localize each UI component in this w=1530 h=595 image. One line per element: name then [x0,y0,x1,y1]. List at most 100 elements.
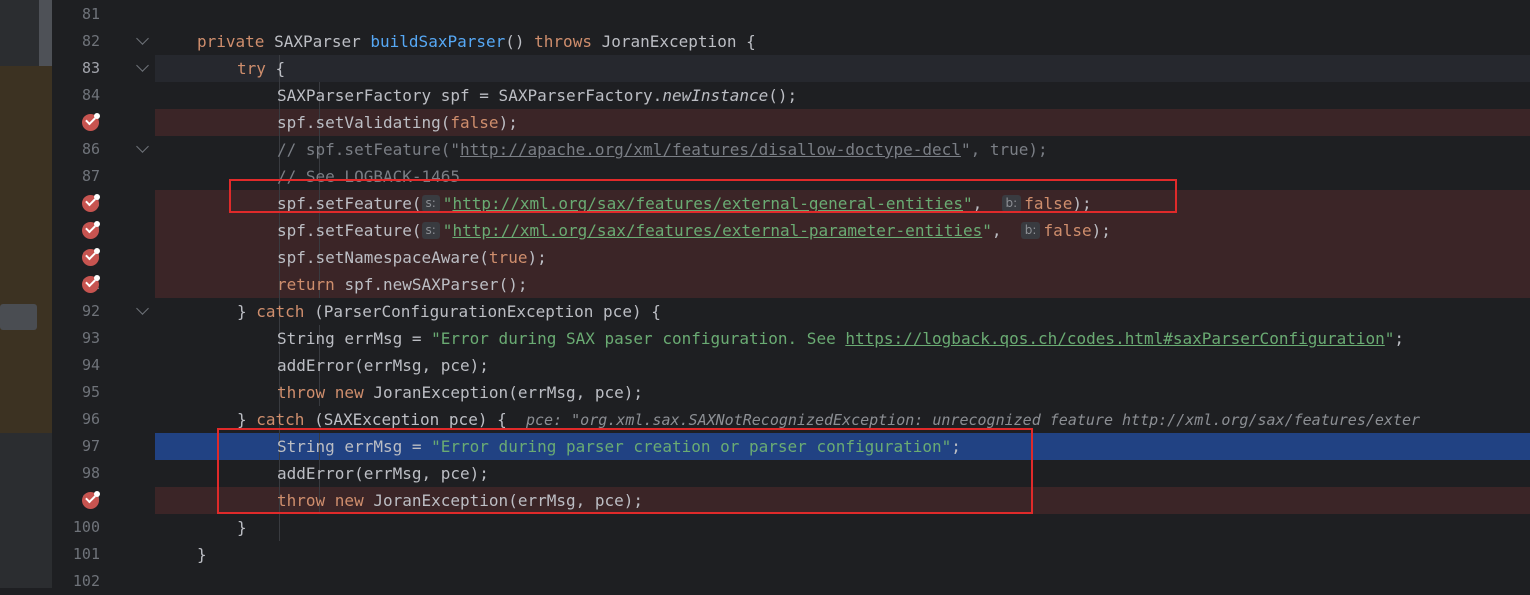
fold-chevron-icon[interactable] [136,140,149,153]
code-token: ); [498,113,518,132]
code-line[interactable]: 90spf.setNamespaceAware(true); [52,244,1530,271]
code-line[interactable]: 83 try { [52,55,1530,82]
code-line[interactable]: 84 SAXParserFactory spf = SAXParserFactor… [52,82,1530,109]
line-number[interactable]: 97 [52,433,100,460]
code-text[interactable]: addError(errMsg, pce); [155,352,1530,379]
fold-chevron-icon[interactable] [136,32,149,45]
code-text[interactable] [155,1,1530,28]
code-token: ", true); [960,140,1048,159]
breakpoint-icon[interactable] [82,221,100,239]
panel-scrollbar[interactable] [39,0,52,66]
line-number[interactable]: 94 [52,352,100,379]
line-number[interactable]: 86 [52,136,100,163]
code-token: () [505,32,535,51]
code-line[interactable]: 95 throw new JoranException(errMsg, pce); [52,379,1530,406]
code-content: spf.setNamespaceAware(true); [277,244,547,271]
parameter-hint: s: [421,222,440,239]
code-line[interactable]: 101} [52,541,1530,568]
code-text[interactable] [155,568,1530,595]
line-number[interactable]: 102 [52,568,100,595]
breakpoint-icon[interactable] [82,275,100,293]
code-token: ); [527,248,547,267]
code-token: , [991,221,1021,240]
code-token: spf.setFeature( [277,221,422,240]
breakpoint-icon[interactable] [82,491,100,509]
line-number[interactable]: 95 [52,379,100,406]
code-token: } [197,545,207,564]
code-line[interactable]: 102 [52,568,1530,595]
breakpoint-icon[interactable] [82,194,100,212]
code-token: } [237,518,247,537]
line-number[interactable]: 84 [52,82,100,109]
code-token: ); [1091,221,1111,240]
line-number[interactable]: 81 [52,1,100,28]
code-token: true [488,248,528,267]
code-text[interactable]: spf.setFeature(s: "http://xml.org/sax/fea… [155,217,1530,244]
breakpoint-icon[interactable] [82,248,100,266]
code-text[interactable]: private SAXParser buildSaxParser() throw… [155,28,1530,55]
code-text[interactable]: SAXParserFactory spf = SAXParserFactory.… [155,82,1530,109]
code-text[interactable]: spf.setNamespaceAware(true); [155,244,1530,271]
code-content: } catch (ParserConfigurationException pc… [237,298,661,325]
code-token: buildSaxParser [370,32,506,51]
code-text[interactable]: try { [155,55,1530,82]
code-content: return spf.newSAXParser(); [277,271,527,298]
code-line[interactable]: 94 addError(errMsg, pce); [52,352,1530,379]
code-token: ; [1394,329,1405,348]
code-token: false [450,113,499,132]
inline-debug-value: pce: "org.xml.sax.SAXNotRecognizedExcept… [525,411,1421,429]
code-token: (ParserConfigurationException pce) { [314,302,661,321]
line-number[interactable]: 87 [52,163,100,190]
line-number[interactable]: 101 [52,541,100,568]
code-token: addError(errMsg, pce); [277,356,489,375]
panel-selected-item[interactable] [0,304,37,330]
code-text[interactable]: } [155,541,1530,568]
line-number[interactable]: 82 [52,28,100,55]
code-token: } [237,410,257,429]
code-token: String errMsg = [277,329,432,348]
code-token: catch [256,302,315,321]
code-text[interactable]: String errMsg = "Error during SAX paser … [155,325,1530,352]
code-content: addError(errMsg, pce); [277,352,489,379]
line-number[interactable]: 83 [52,55,100,82]
fold-chevron-icon[interactable] [136,59,149,72]
code-line[interactable]: 93 String errMsg = "Error during SAX pase… [52,325,1530,352]
code-line[interactable]: 92} catch (ParserConfigurationException … [52,298,1530,325]
code-content: throw new JoranException(errMsg, pce); [277,379,643,406]
indent-guide [279,514,280,541]
code-token: " [1384,329,1395,348]
code-token: } [237,302,257,321]
code-token: (); [768,86,798,105]
code-text[interactable]: } [155,514,1530,541]
code-token: return [277,275,345,294]
code-text[interactable]: spf.setValidating(false); [155,109,1530,136]
code-line[interactable]: 81 [52,1,1530,28]
code-line[interactable]: 85spf.setValidating(false); [52,109,1530,136]
code-text[interactable]: throw new JoranException(errMsg, pce); [155,379,1530,406]
code-token: catch [256,410,315,429]
line-number[interactable]: 92 [52,298,100,325]
line-number[interactable]: 98 [52,460,100,487]
code-token: newInstance [662,86,769,105]
annotation-box-catch-body [217,428,1033,514]
line-number[interactable]: 96 [52,406,100,433]
code-token: JoranException { [601,32,756,51]
code-line[interactable]: 91return spf.newSAXParser(); [52,271,1530,298]
code-token: " [982,221,992,240]
code-content: try { [237,55,285,82]
code-text[interactable]: } catch (ParserConfigurationException pc… [155,298,1530,325]
code-text[interactable]: return spf.newSAXParser(); [155,271,1530,298]
line-number[interactable]: 100 [52,514,100,541]
breakpoint-icon[interactable] [82,113,100,131]
code-line[interactable]: 100} [52,514,1530,541]
code-token: http://apache.org/xml/features/disallow-… [460,140,961,159]
fold-chevron-icon[interactable] [136,302,149,315]
code-line[interactable]: 86 // spf.setFeature("http://apache.org/x… [52,136,1530,163]
code-line[interactable]: 89spf.setFeature(s:"http://xml.org/sax/f… [52,217,1530,244]
code-text[interactable]: // spf.setFeature("http://apache.org/xml… [155,136,1530,163]
code-token: throws [534,32,602,51]
code-line[interactable]: 82 private SAXParser buildSaxParser() thr… [52,28,1530,55]
code-token: "Error during SAX paser configuration. S… [431,329,846,348]
line-number[interactable]: 93 [52,325,100,352]
code-content: SAXParserFactory spf = SAXParserFactory.… [277,82,797,109]
